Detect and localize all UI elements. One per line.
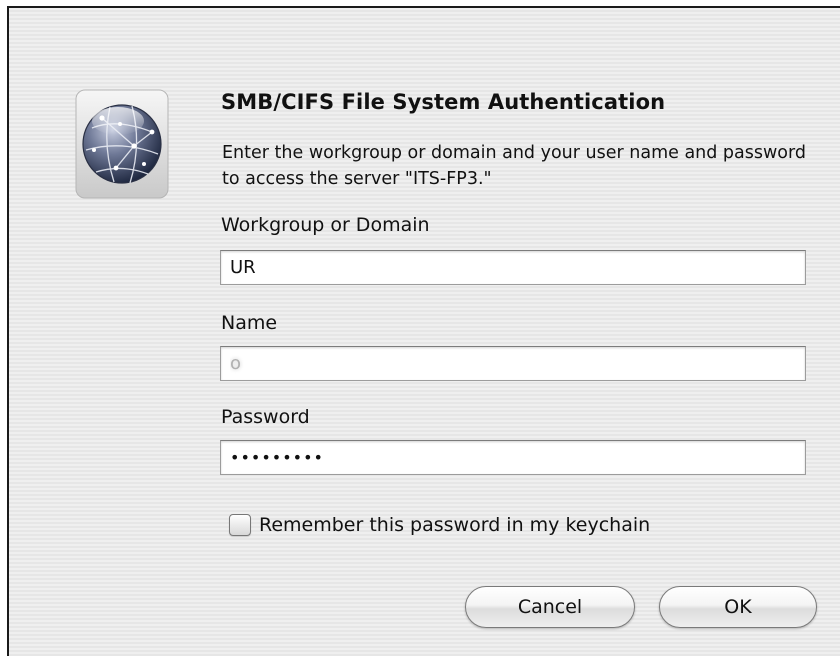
network-globe-icon — [72, 88, 172, 200]
remember-option[interactable]: Remember this password in my keychain — [229, 514, 650, 536]
workgroup-field[interactable] — [220, 250, 806, 285]
name-label: Name — [221, 312, 278, 334]
cancel-button[interactable]: Cancel — [465, 586, 635, 628]
authentication-dialog: SMB/CIFS File System Authentication Ente… — [7, 6, 840, 656]
dialog-title: SMB/CIFS File System Authentication — [221, 90, 666, 114]
name-field[interactable] — [220, 346, 806, 381]
remember-checkbox[interactable] — [229, 514, 251, 536]
password-label: Password — [221, 406, 310, 428]
password-field[interactable] — [220, 440, 806, 475]
ok-button[interactable]: OK — [659, 586, 817, 628]
dialog-message: Enter the workgroup or domain and your u… — [222, 143, 807, 189]
remember-label[interactable]: Remember this password in my keychain — [259, 514, 650, 536]
workgroup-label: Workgroup or Domain — [221, 214, 430, 236]
